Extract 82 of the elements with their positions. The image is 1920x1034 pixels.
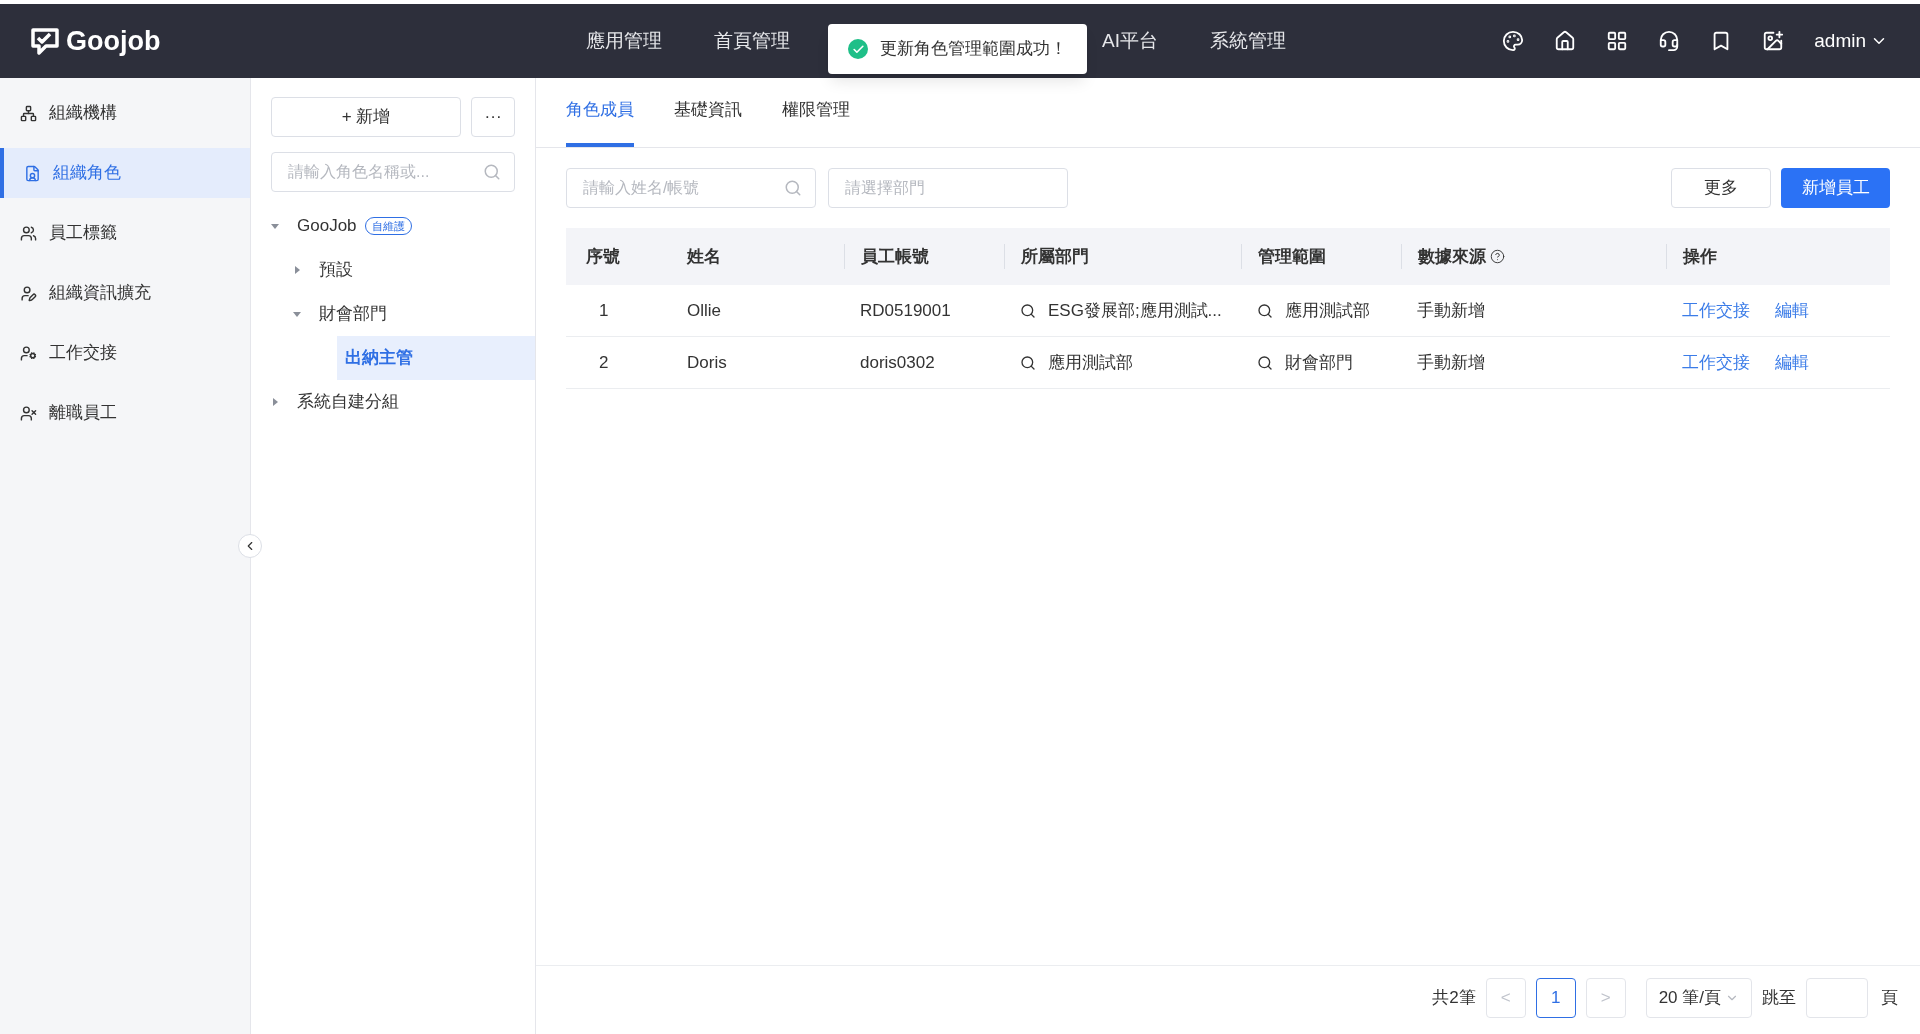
table-cell-text: ESG發展部;應用測試... bbox=[1048, 299, 1222, 322]
table-cell-text: RD0519001 bbox=[860, 299, 951, 322]
jump-label: 跳至 bbox=[1762, 987, 1796, 1010]
caret-icon[interactable] bbox=[271, 222, 279, 230]
hierarchy-icon bbox=[20, 104, 37, 122]
search-icon[interactable] bbox=[1257, 354, 1273, 371]
table-cell-text: Doris bbox=[687, 351, 727, 374]
page-suffix: 頁 bbox=[1881, 987, 1898, 1010]
nav-item[interactable]: 應用管理 bbox=[586, 26, 662, 56]
sidebar-item[interactable]: 離職員工 bbox=[0, 388, 250, 438]
table-cell-text: 財會部門 bbox=[1285, 351, 1353, 374]
caret-icon[interactable] bbox=[271, 398, 279, 406]
user-icon bbox=[20, 344, 37, 362]
action-link[interactable]: 工作交接 bbox=[1682, 349, 1750, 376]
users-icon bbox=[20, 224, 37, 242]
table-cell-text: 手動新增 bbox=[1417, 351, 1485, 374]
home-icon[interactable] bbox=[1554, 30, 1577, 52]
sidebar-item[interactable]: 組織角色 bbox=[0, 148, 250, 198]
tab[interactable]: 權限管理 bbox=[782, 87, 850, 147]
table-cell-text: Ollie bbox=[687, 299, 721, 322]
tree-item[interactable]: 預設 bbox=[315, 257, 357, 283]
page-size-select[interactable]: 20 筆/頁 bbox=[1645, 978, 1752, 1018]
more-options-button[interactable]: ··· bbox=[471, 97, 515, 137]
image-add-icon[interactable] bbox=[1762, 30, 1785, 52]
search-icon[interactable] bbox=[1020, 354, 1036, 371]
palette-icon[interactable] bbox=[1502, 30, 1525, 52]
success-icon bbox=[848, 39, 868, 59]
logo-text: Goojob bbox=[66, 24, 161, 58]
search-icon bbox=[483, 163, 501, 181]
total-count: 共2筆 bbox=[1432, 987, 1476, 1010]
search-icon[interactable] bbox=[1020, 302, 1036, 319]
search-icon bbox=[784, 179, 802, 197]
caret-icon[interactable] bbox=[293, 310, 301, 318]
caret-icon[interactable] bbox=[293, 266, 301, 274]
user-icon bbox=[20, 284, 37, 302]
table-cell-text: doris0302 bbox=[860, 351, 935, 374]
sidebar-item[interactable]: 員工標籤 bbox=[0, 208, 250, 258]
table-cell-text: 應用測試部 bbox=[1048, 351, 1133, 374]
sidebar-item[interactable]: 組織資訊擴充 bbox=[0, 268, 250, 318]
sidebar-item[interactable]: 工作交接 bbox=[0, 328, 250, 378]
add-employee-button[interactable]: 新增員工 bbox=[1781, 168, 1890, 208]
sidebar-item[interactable]: 組織機構 bbox=[0, 88, 250, 138]
column-header: 姓名 bbox=[687, 245, 721, 268]
table-cell-text: 2 bbox=[599, 351, 609, 374]
search-icon[interactable] bbox=[1257, 302, 1273, 319]
nav-item[interactable]: 首頁管理 bbox=[714, 26, 790, 56]
column-header: 操作 bbox=[1683, 245, 1717, 268]
name-search-field[interactable]: 請輸入姓名/帳號 bbox=[566, 168, 816, 208]
table-cell-text: 手動新增 bbox=[1417, 299, 1485, 322]
page-button[interactable]: 1 bbox=[1535, 978, 1576, 1018]
action-link[interactable]: 編輯 bbox=[1775, 349, 1809, 376]
tree-item[interactable]: 出納主管 bbox=[337, 336, 535, 380]
tab[interactable]: 基礎資訊 bbox=[674, 87, 742, 147]
nav-item[interactable]: 系統管理 bbox=[1209, 26, 1286, 56]
add-button[interactable]: + 新增 bbox=[271, 97, 462, 137]
nav-item[interactable]: AI平台 bbox=[1102, 26, 1158, 56]
headset-icon[interactable] bbox=[1658, 30, 1681, 52]
column-header: 所屬部門 bbox=[1021, 245, 1089, 268]
tab[interactable]: 角色成員 bbox=[566, 87, 634, 147]
toast-message: 更新角色管理範圍成功！ bbox=[880, 38, 1067, 61]
column-header: 序號 bbox=[586, 245, 620, 268]
user-icon bbox=[20, 404, 37, 422]
collapse-button[interactable] bbox=[238, 534, 262, 558]
table-cell-text: 1 bbox=[599, 299, 609, 322]
action-link[interactable]: 編輯 bbox=[1775, 297, 1809, 324]
column-header: 數據來源 bbox=[1418, 245, 1486, 268]
more-button[interactable]: 更多 bbox=[1671, 168, 1771, 208]
tree-item[interactable]: 系統自建分組 bbox=[293, 389, 403, 415]
user-menu[interactable]: admin bbox=[1814, 26, 1888, 56]
tree-item[interactable]: GooJob bbox=[293, 213, 361, 239]
department-select[interactable]: 請選擇部門 bbox=[828, 168, 1068, 208]
table-cell-text: 應用測試部 bbox=[1285, 299, 1370, 322]
grid-icon[interactable] bbox=[1606, 30, 1629, 52]
role-search-field[interactable]: 請輸入角色名稱或... bbox=[271, 152, 515, 192]
tree-item[interactable]: 財會部門 bbox=[315, 301, 391, 327]
document-user-icon bbox=[24, 164, 41, 182]
page-jump-field[interactable] bbox=[1806, 978, 1868, 1018]
column-header: 員工帳號 bbox=[861, 245, 929, 268]
logo-icon bbox=[30, 26, 60, 56]
column-header: 管理範圍 bbox=[1258, 245, 1326, 268]
help-icon bbox=[1490, 249, 1505, 264]
action-link[interactable]: 工作交接 bbox=[1682, 297, 1750, 324]
